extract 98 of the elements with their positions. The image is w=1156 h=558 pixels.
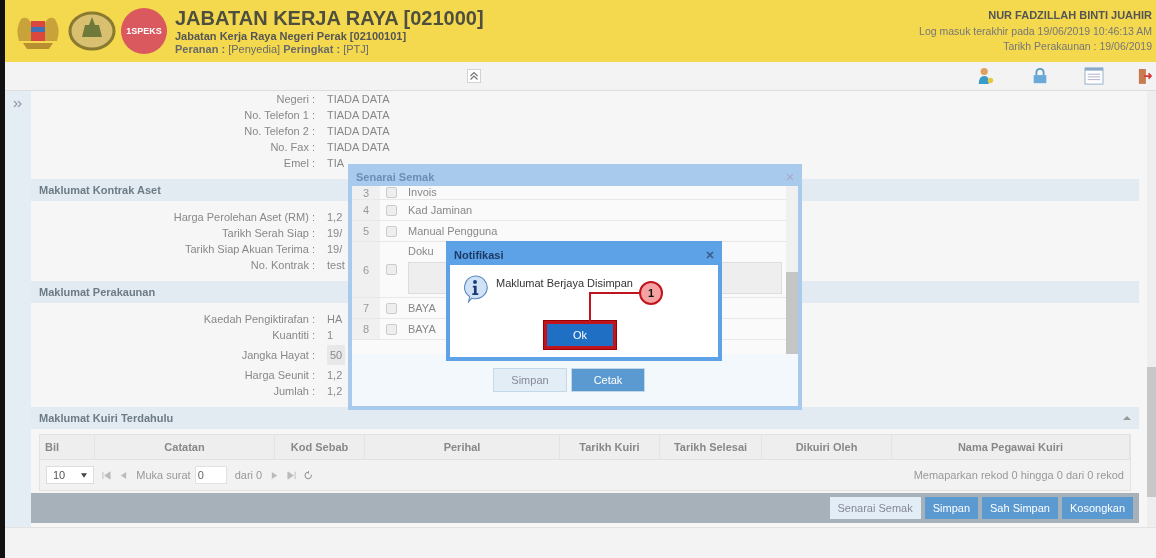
checkbox[interactable] [385,204,397,216]
next-page-icon[interactable] [270,470,280,480]
previous-page-icon[interactable] [119,470,129,480]
page-input[interactable]: 0 [194,466,227,484]
column-header[interactable]: Kod Sebab [275,435,365,459]
field-value: test [327,259,345,271]
organisation-subtitle: Jabatan Kerja Raya Negeri Perak [02100101] [175,29,408,43]
scrollbar[interactable] [1147,91,1156,527]
checkbox[interactable] [385,264,397,275]
action-button[interactable]: Kosongkan [1061,497,1133,519]
checklist-item: BAYA [408,301,436,315]
checkbox[interactable] [385,225,397,237]
row-number: 5 [352,221,380,241]
last-login: Log masuk terakhir pada 19/06/2019 10:46:13 AM [919,23,1152,39]
row-number: 3 [352,186,380,199]
checklist-item: Kad Jaminan [408,203,473,217]
dialog-button[interactable]: Cetak [571,368,645,392]
notification-message: Maklumat Berjaya Disimpan [496,277,633,289]
refresh-icon[interactable] [304,470,314,480]
field-label: Negeri : [275,93,316,105]
user-key-icon[interactable] [976,67,996,85]
ok-button[interactable]: Ok [544,321,616,349]
column-header[interactable]: Tarikh Selesai [660,435,762,459]
checklist-item: Invois [408,186,437,199]
organisation-title: JABATAN KERJA RAYA [021000] [175,6,485,30]
row-number: 8 [352,319,380,339]
field-value: 1,2 [327,369,343,381]
field-label: Jangka Hayat : [240,349,316,361]
dropdown-caret-icon [81,472,88,478]
column-header[interactable]: Bil [40,435,95,459]
field-value: TIA [327,157,345,169]
action-button[interactable]: Senarai Semak [829,497,921,519]
column-header[interactable]: Perihal [365,435,560,459]
account-date: Tarikh Perakaunan : 19/06/2019 [1002,39,1152,55]
info-icon [462,275,488,303]
close-icon[interactable] [706,251,714,259]
field-value: 19/ [327,227,343,239]
checkbox[interactable] [385,302,397,314]
section-title: Maklumat Kuiri Terdahulu [39,412,174,424]
field-value: HA [327,313,343,325]
field-label: Jumlah : [272,385,316,397]
field-value: 1,2 [327,211,343,223]
section-title: Maklumat Perakaunan [39,286,156,298]
column-header[interactable]: Dikuiri Oleh [762,435,892,459]
page-count: dari 0 [234,469,263,481]
column-header[interactable]: Catatan [95,435,275,459]
column-header[interactable]: Tarikh Kuiri [560,435,660,459]
row-number: 6 [352,242,380,297]
checklist-item: BAYA [408,322,436,336]
record-summary: Memaparkan rekod 0 hingga 0 dari 0 rekod [913,469,1124,481]
collapse-caret-icon[interactable] [1123,415,1131,421]
row-number: 7 [352,298,380,318]
column-header[interactable]: Nama Pegawai Kuiri [892,435,1130,459]
row-number: 4 [352,200,380,220]
input-field[interactable]: 50 [327,345,346,365]
field-label: No. Fax : [269,141,316,153]
dialog-button[interactable]: Simpan [493,368,567,392]
dialog-title: Senarai Semak [356,171,435,183]
page-label: Muka surat [136,469,191,481]
last-page-icon[interactable] [287,470,297,480]
field-value: 1,2 [327,385,343,397]
page-size-select[interactable]: 10 [46,466,95,484]
field-label: Harga Perolehan Aset (RM) : [172,211,316,223]
field-value: TIADA DATA [327,109,390,121]
checklist-item: Doku [408,245,434,258]
user-name: NUR FADZILLAH BINTI JUAHIR [987,8,1152,23]
action-button[interactable]: Simpan [924,497,978,519]
checklist-item: Manual Pengguna [408,224,498,238]
emblem-icon [67,9,117,53]
field-label: Harga Seunit : [243,369,316,381]
field-label: Kaedah Pengiktirafan : [202,313,316,325]
dialog-title: Notifikasi [454,249,504,261]
field-label: No. Telefon 1 : [243,109,316,121]
field-value: TIADA DATA [327,141,390,153]
field-label: No. Telefon 2 : [243,125,316,137]
section-title: Maklumat Kontrak Aset [39,184,161,196]
field-label: Tarikh Serah Siap : [221,227,316,239]
field-value: TIADA DATA [327,93,390,105]
expand-icon[interactable] [13,99,23,109]
scrollbar[interactable] [786,186,798,354]
field-label: No. Kontrak : [249,259,316,271]
checkbox[interactable] [385,187,397,198]
field-label: Kuantiti : [271,329,316,341]
field-label: Tarikh Siap Akuan Terima : [183,243,316,255]
list-window-icon[interactable] [1084,67,1104,85]
logout-icon[interactable] [1138,67,1152,85]
close-icon[interactable] [786,173,794,181]
field-value: 19/ [327,243,343,255]
collapse-icon[interactable] [466,69,481,83]
action-button[interactable]: Sah Simpan [982,497,1058,519]
first-page-icon[interactable] [102,470,112,480]
field-value: TIADA DATA [327,125,390,137]
field-value: 1 [327,329,334,341]
leader-line [589,292,639,322]
logo-badge: 1SPEKS [121,8,167,54]
checkbox[interactable] [385,323,397,335]
field-label: Emel : [282,157,316,169]
role-line: Peranan : [Penyedia] Peringkat : [PTJ] [175,42,370,56]
